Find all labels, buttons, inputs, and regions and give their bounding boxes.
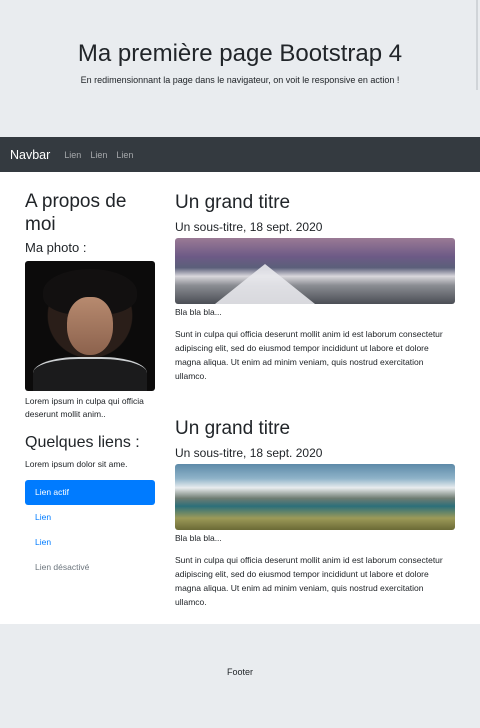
page-lead: En redimensionnant la page dans le navig… (80, 75, 400, 85)
links-description: Lorem ipsum dolor sit ame. (25, 459, 128, 469)
nav-pill-disabled: Lien désactivé (35, 562, 90, 572)
links-title: Quelques liens : (25, 434, 140, 451)
article-caption: Bla bla bla... (175, 307, 222, 317)
article-text: Sunt in culpa qui officia deserunt molli… (175, 329, 443, 381)
profile-photo (25, 261, 155, 391)
page-title: Ma première page Bootstrap 4 (77, 40, 403, 67)
nav-link-2[interactable]: Lien (90, 150, 107, 160)
article-text: Sunt in culpa qui officia deserunt molli… (175, 555, 443, 607)
photo-label: Ma photo : (25, 240, 87, 255)
main-content: Un grand titre Un sous-titre, 18 sept. 2… (175, 190, 455, 609)
nav-link-1[interactable]: Lien (64, 150, 81, 160)
article-subtitle: Un sous-titre, 18 sept. 2020 (175, 220, 323, 234)
article-2: Un grand titre Un sous-titre, 18 sept. 2… (175, 416, 455, 609)
article-title: Un grand titre (175, 418, 291, 439)
navbar: Navbar Lien Lien Lien (0, 137, 480, 172)
nav-pill-active[interactable]: Lien actif (25, 480, 155, 505)
about-title: A propos de moi (25, 191, 127, 235)
lake-banner-image (175, 464, 455, 530)
sidebar-nav: Lien actif Lien Lien Lien désactivé (25, 480, 155, 580)
footer-text: Footer (226, 667, 253, 677)
mountain-banner-image (175, 238, 455, 304)
jumbotron: Ma première page Bootstrap 4 En redimens… (0, 0, 480, 137)
footer: Footer (0, 624, 480, 728)
article-1: Un grand titre Un sous-titre, 18 sept. 2… (175, 190, 455, 383)
face-shape (67, 297, 113, 355)
nav-link-3[interactable]: Lien (116, 150, 133, 160)
navbar-brand[interactable]: Navbar (10, 148, 50, 162)
photo-description: Lorem ipsum in culpa qui officia deserun… (25, 396, 144, 419)
article-subtitle: Un sous-titre, 18 sept. 2020 (175, 446, 323, 460)
article-caption: Bla bla bla... (175, 533, 222, 543)
sidebar: A propos de moi Ma photo : Lorem ipsum i… (25, 190, 155, 580)
jacket-shape (33, 357, 147, 391)
nav-pill-link-2[interactable]: Lien (25, 530, 155, 555)
mountain-peak-shape (215, 264, 315, 304)
nav-pill-link-1[interactable]: Lien (25, 505, 155, 530)
article-title: Un grand titre (175, 192, 291, 213)
